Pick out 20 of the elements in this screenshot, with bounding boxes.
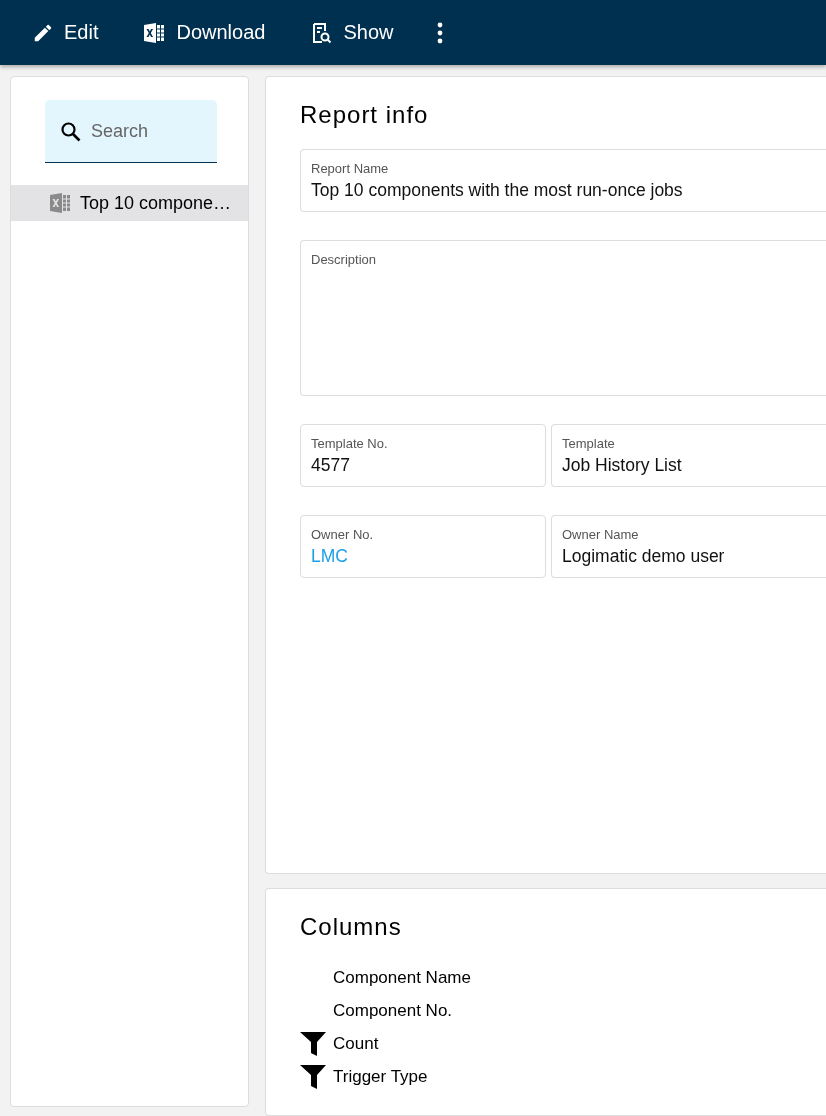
column-name: Component Name (333, 967, 471, 988)
search-field[interactable]: Search (45, 100, 217, 163)
section-title: Report info (300, 101, 430, 129)
text-field[interactable]: Owner Name Logimatic demo user (551, 515, 826, 578)
spreadsheet-icon (142, 20, 167, 45)
show-button[interactable]: Show (299, 12, 404, 53)
column-name: Trigger Type (333, 1066, 428, 1087)
more-icon (437, 21, 444, 44)
section-title: Columns (300, 913, 403, 941)
text-field[interactable]: Owner No. LMC (300, 515, 546, 578)
text-field[interactable]: Report Name Top 10 components with the most run-once jobs (300, 149, 826, 212)
report-list-item[interactable]: Top 10 compone… (11, 185, 248, 221)
spreadsheet-icon (48, 191, 72, 215)
edit-button[interactable]: Edit (22, 13, 109, 52)
text-field[interactable]: Template Job History List (551, 424, 826, 487)
download-button[interactable]: Download (132, 12, 276, 53)
text-field[interactable]: Template No. 4577 (300, 424, 546, 487)
column-name: Component No. (333, 1000, 453, 1021)
text-field[interactable]: Description (300, 240, 826, 396)
column-name: Count (333, 1033, 379, 1054)
